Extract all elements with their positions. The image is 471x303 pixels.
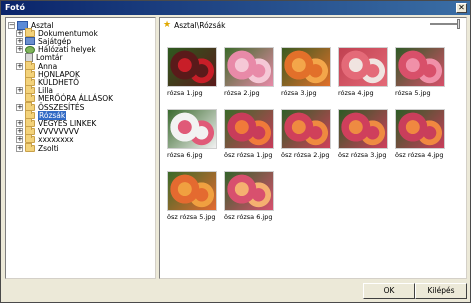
- thumbnail-item[interactable]: ösz rózsa 2.jpg: [281, 109, 331, 159]
- thumbnail-item[interactable]: ösz rózsa 3.jpg: [338, 109, 388, 159]
- thumbnail-item[interactable]: rózsa 5.jpg: [395, 47, 445, 97]
- thumbnail-image: [395, 109, 445, 149]
- thumbnail-item[interactable]: ösz rózsa 4.jpg: [395, 109, 445, 159]
- thumbnail-caption: rózsa 4.jpg: [338, 89, 374, 97]
- star-icon: ★: [163, 20, 172, 30]
- zoom-slider-thumb[interactable]: [457, 19, 460, 29]
- close-icon: ✕: [458, 3, 465, 12]
- thumbnail-caption: ösz rózsa 2.jpg: [281, 151, 330, 159]
- thumbnail-caption: rózsa 3.jpg: [281, 89, 317, 97]
- photo-dialog-window: Fotó ✕ − Asztal + Dokumentumok + Sajátgép + Hál…: [0, 0, 471, 303]
- expand-icon[interactable]: +: [16, 144, 23, 152]
- ok-button[interactable]: OK: [363, 283, 415, 299]
- zoom-slider-track[interactable]: [430, 23, 460, 25]
- thumbnail-item[interactable]: ösz rózsa 5.jpg: [167, 171, 217, 221]
- path-bar: ★ Asztal\Rózsák: [160, 18, 466, 32]
- thumbnail-item[interactable]: rózsa 4.jpg: [338, 47, 388, 97]
- thumbnail-image: [395, 47, 445, 87]
- tree-item[interactable]: + Zsolti: [16, 142, 59, 153]
- thumbnail-item[interactable]: rózsa 6.jpg: [167, 109, 217, 159]
- thumbnail-image: [167, 171, 217, 211]
- thumbnail-caption: rózsa 5.jpg: [395, 89, 431, 97]
- collapse-icon[interactable]: −: [8, 21, 15, 29]
- folder-tree[interactable]: − Asztal + Dokumentumok + Sajátgép + Hálózati h…: [5, 17, 156, 279]
- thumbnail-image: [224, 109, 274, 149]
- thumbnail-image: [167, 109, 217, 149]
- thumbnail-item[interactable]: rózsa 2.jpg: [224, 47, 274, 97]
- thumbnail-caption: rózsa 1.jpg: [167, 89, 203, 97]
- window-title: Fotó: [5, 3, 25, 12]
- thumbnail-image: [338, 109, 388, 149]
- current-path: Asztal\Rózsák: [174, 20, 226, 30]
- thumbnail-caption: ösz rózsa 1.jpg: [224, 151, 273, 159]
- thumbnail-item[interactable]: ösz rózsa 1.jpg: [224, 109, 274, 159]
- thumbnail-image: [224, 47, 274, 87]
- thumbnail-caption: ösz rózsa 6.jpg: [224, 213, 273, 221]
- thumbnail-caption: ösz rózsa 4.jpg: [395, 151, 444, 159]
- thumbnail-pane: ★ Asztal\Rózsák rózsa 1.jpg rózsa 2.jpg ró…: [159, 17, 467, 279]
- thumbnail-image: [281, 109, 331, 149]
- close-button[interactable]: ✕: [456, 3, 467, 13]
- tree-item-label: Zsolti: [38, 143, 59, 153]
- thumbnail-caption: ösz rózsa 3.jpg: [338, 151, 387, 159]
- folder-icon: [25, 142, 35, 152]
- thumbnail-caption: rózsa 6.jpg: [167, 151, 203, 159]
- thumbnail-image: [338, 47, 388, 87]
- thumbnail-caption: rózsa 2.jpg: [224, 89, 260, 97]
- thumbnail-item[interactable]: rózsa 3.jpg: [281, 47, 331, 97]
- thumbnail-caption: ösz rózsa 5.jpg: [167, 213, 216, 221]
- thumbnail-image: [281, 47, 331, 87]
- exit-button[interactable]: Kilépés: [415, 283, 467, 299]
- title-bar[interactable]: Fotó ✕: [1, 1, 470, 15]
- thumbnail-image: [167, 47, 217, 87]
- thumbnail-item[interactable]: rózsa 1.jpg: [167, 47, 217, 97]
- thumbnail-image: [224, 171, 274, 211]
- thumbnail-item[interactable]: ösz rózsa 6.jpg: [224, 171, 274, 221]
